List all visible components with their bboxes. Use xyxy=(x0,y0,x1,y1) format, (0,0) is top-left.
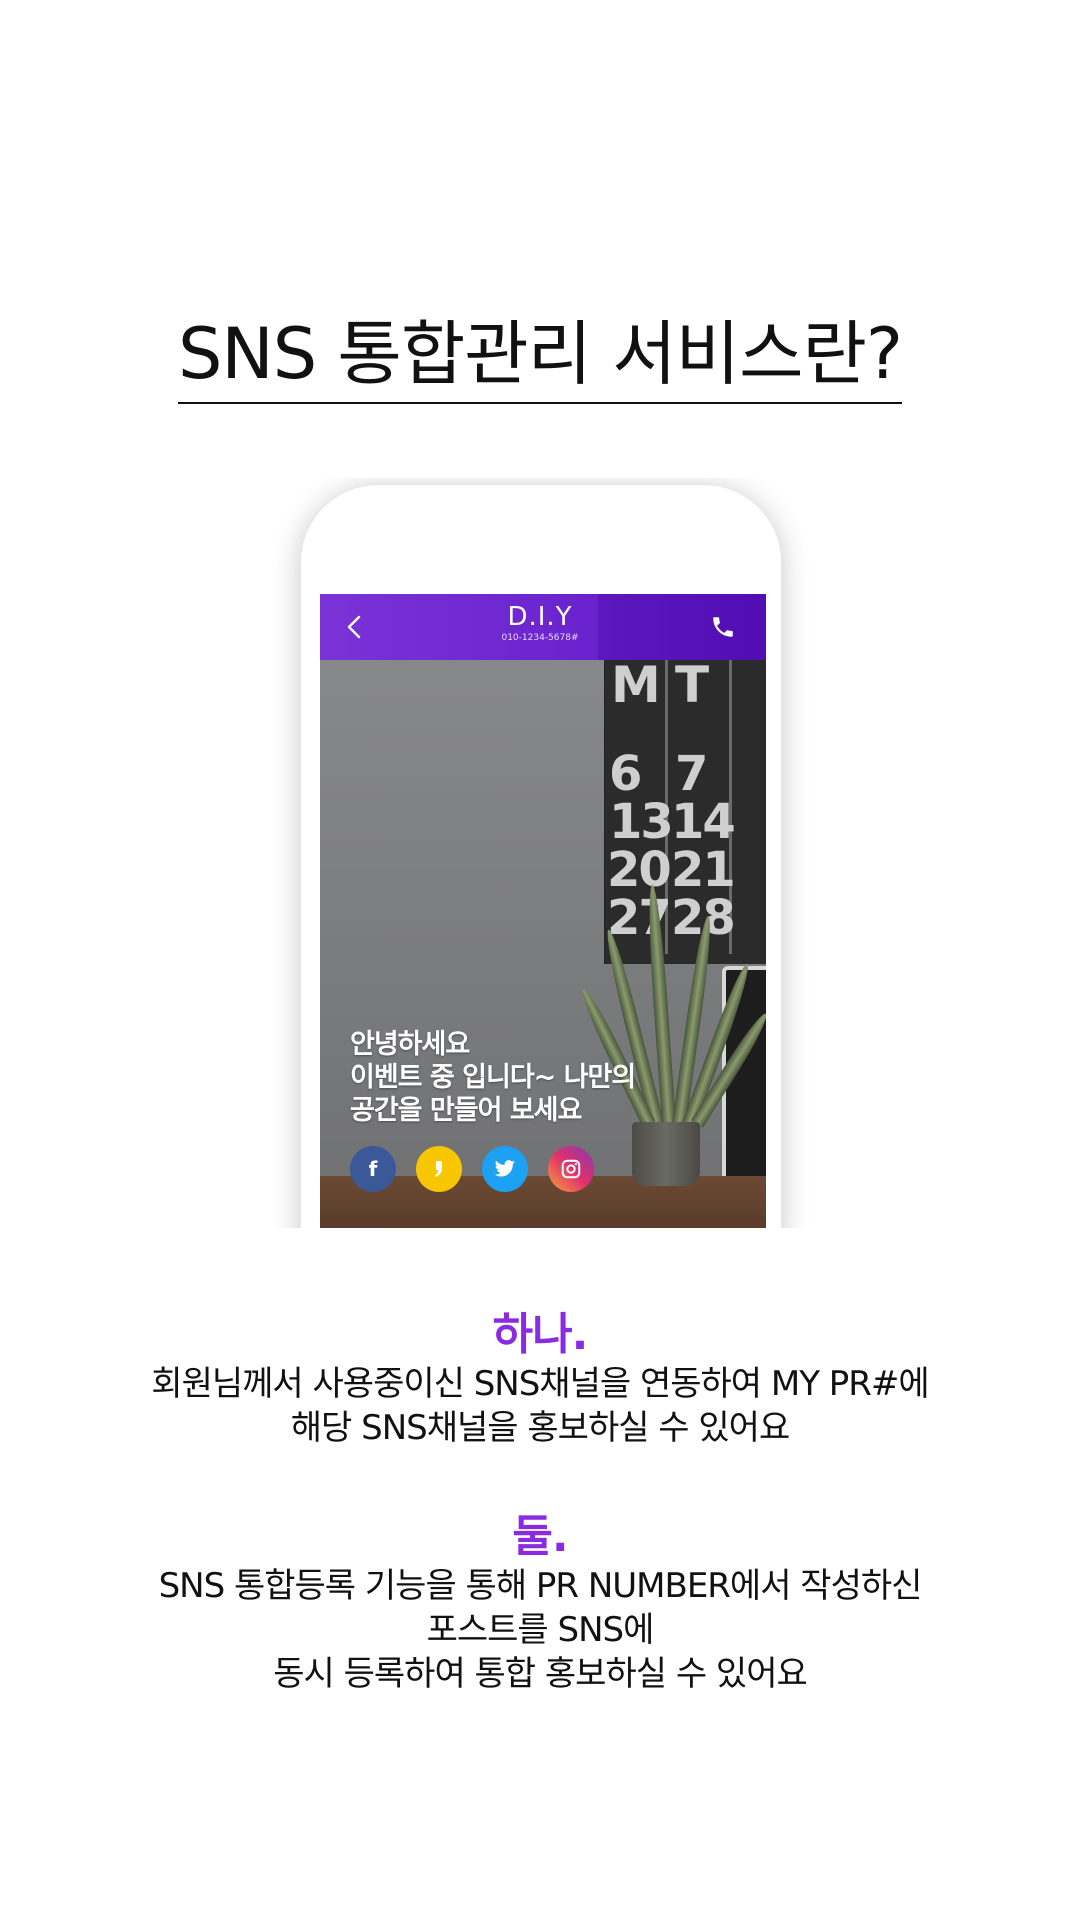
feature-description-line: 해당 SNS채널을 홍보하실 수 있어요 xyxy=(290,1408,790,1448)
brand-name: D.I.Y xyxy=(507,602,573,632)
feature-description-line: 회원님께서 사용중이신 SNS채널을 연동하여 MY PR#에 xyxy=(151,1364,929,1404)
twitter-button[interactable] xyxy=(482,1146,528,1192)
plant-pot xyxy=(632,1122,700,1186)
kakaostory-button[interactable] xyxy=(416,1146,462,1192)
feature-description-line: 동시 등록하여 통합 홍보하실 수 있어요 xyxy=(273,1654,808,1694)
phone-screen: M T 6 7 13 14 20 21 27 28 D.I.Y 010-1234… xyxy=(320,594,766,1228)
chevron-left-icon xyxy=(347,615,361,639)
feature-two: 둘. SNS 통합등록 기능을 통해 PR NUMBER에서 작성하신 포스트를… xyxy=(0,1510,1080,1696)
greeting-line: 공간을 만들어 보세요 xyxy=(350,1095,582,1126)
kakaostory-icon xyxy=(435,1161,442,1177)
page-title-wrap: SNS 통합관리 서비스란? xyxy=(0,312,1080,404)
facebook-icon: f xyxy=(368,1157,378,1181)
instagram-button[interactable] xyxy=(548,1146,594,1192)
feature-number: 하나. xyxy=(492,1309,589,1360)
feature-description-line: SNS 통합등록 기능을 통해 PR NUMBER에서 작성하신 xyxy=(158,1566,923,1606)
phone-mockup: M T 6 7 13 14 20 21 27 28 D.I.Y 010-1234… xyxy=(250,478,810,1228)
brand: D.I.Y 010-1234-5678# xyxy=(480,602,600,644)
app-bar: D.I.Y 010-1234-5678# xyxy=(320,594,766,660)
calendar-header-m: M xyxy=(611,656,661,714)
page-title: SNS 통합관리 서비스란? xyxy=(177,312,903,404)
twitter-icon xyxy=(494,1160,515,1177)
feature-number: 둘. xyxy=(512,1511,568,1562)
brand-phone-number: 010-1234-5678# xyxy=(501,633,579,643)
calendar-header-t: T xyxy=(675,656,709,714)
feature-one: 하나. 회원님께서 사용중이신 SNS채널을 연동하여 MY PR#에 해당 S… xyxy=(0,1308,1080,1450)
calendar-poster: M T 6 7 13 14 20 21 27 28 xyxy=(604,654,766,964)
social-links: f xyxy=(350,1146,594,1192)
greeting-line: 이벤트 중 입니다~ 나만의 xyxy=(350,1062,636,1093)
call-button[interactable] xyxy=(710,614,736,640)
back-button[interactable] xyxy=(340,612,370,642)
facebook-button[interactable]: f xyxy=(350,1146,396,1192)
greeting-line: 안녕하세요 xyxy=(350,1029,470,1060)
feature-description-line: 포스트를 SNS에 xyxy=(426,1610,655,1650)
phone-icon xyxy=(713,617,733,637)
greeting-text: 안녕하세요 이벤트 중 입니다~ 나만의 공간을 만들어 보세요 xyxy=(350,1028,690,1127)
instagram-icon xyxy=(561,1159,581,1179)
